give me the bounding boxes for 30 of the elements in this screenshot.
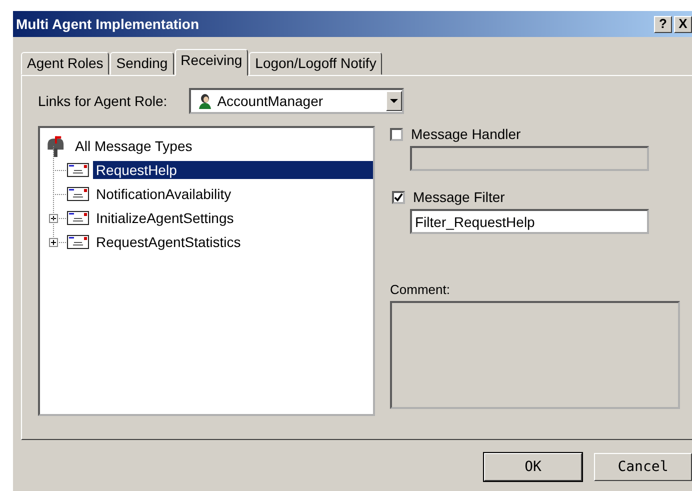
input-field[interactable]: Filter_RequestHelp	[410, 209, 649, 234]
person-icon	[197, 93, 214, 109]
envelope-icon	[67, 211, 89, 225]
dialog-button[interactable]: Cancel	[594, 453, 692, 481]
envelope-icon	[67, 187, 89, 201]
envelope-icon	[67, 235, 89, 249]
help-button[interactable]: ?	[654, 16, 672, 32]
tab[interactable]: Receiving	[174, 49, 248, 76]
tree-item[interactable]: RequestHelp	[92, 161, 373, 179]
window-title: Multi Agent Implementation	[16, 16, 200, 32]
comment-label: Comment:	[390, 282, 451, 297]
expand-icon[interactable]	[49, 238, 58, 247]
tab[interactable]: Sending	[110, 52, 174, 75]
checkbox-label: Message Handler	[411, 126, 521, 142]
checkbox[interactable]	[390, 128, 403, 140]
close-button[interactable]: X	[674, 16, 692, 32]
expand-icon[interactable]	[49, 214, 58, 223]
tree-item[interactable]: All Message Types	[72, 137, 196, 155]
dialog-button[interactable]: OK	[484, 453, 582, 481]
tree-item[interactable]: NotificationAvailability	[93, 185, 234, 203]
envelope-icon	[67, 163, 89, 177]
tab[interactable]: Logon/Logoff Notify	[249, 52, 382, 75]
role-label: Links for Agent Role:	[38, 93, 168, 109]
role-dropdown[interactable]: AccountManager	[189, 88, 404, 114]
checkbox-label: Message Filter	[413, 189, 505, 205]
tree-item[interactable]: InitializeAgentSettings	[93, 209, 237, 227]
tree-item[interactable]: RequestAgentStatistics	[93, 233, 244, 251]
checkbox[interactable]	[392, 190, 405, 204]
tab[interactable]: Agent Roles	[21, 52, 110, 75]
comment-field[interactable]	[390, 301, 680, 409]
